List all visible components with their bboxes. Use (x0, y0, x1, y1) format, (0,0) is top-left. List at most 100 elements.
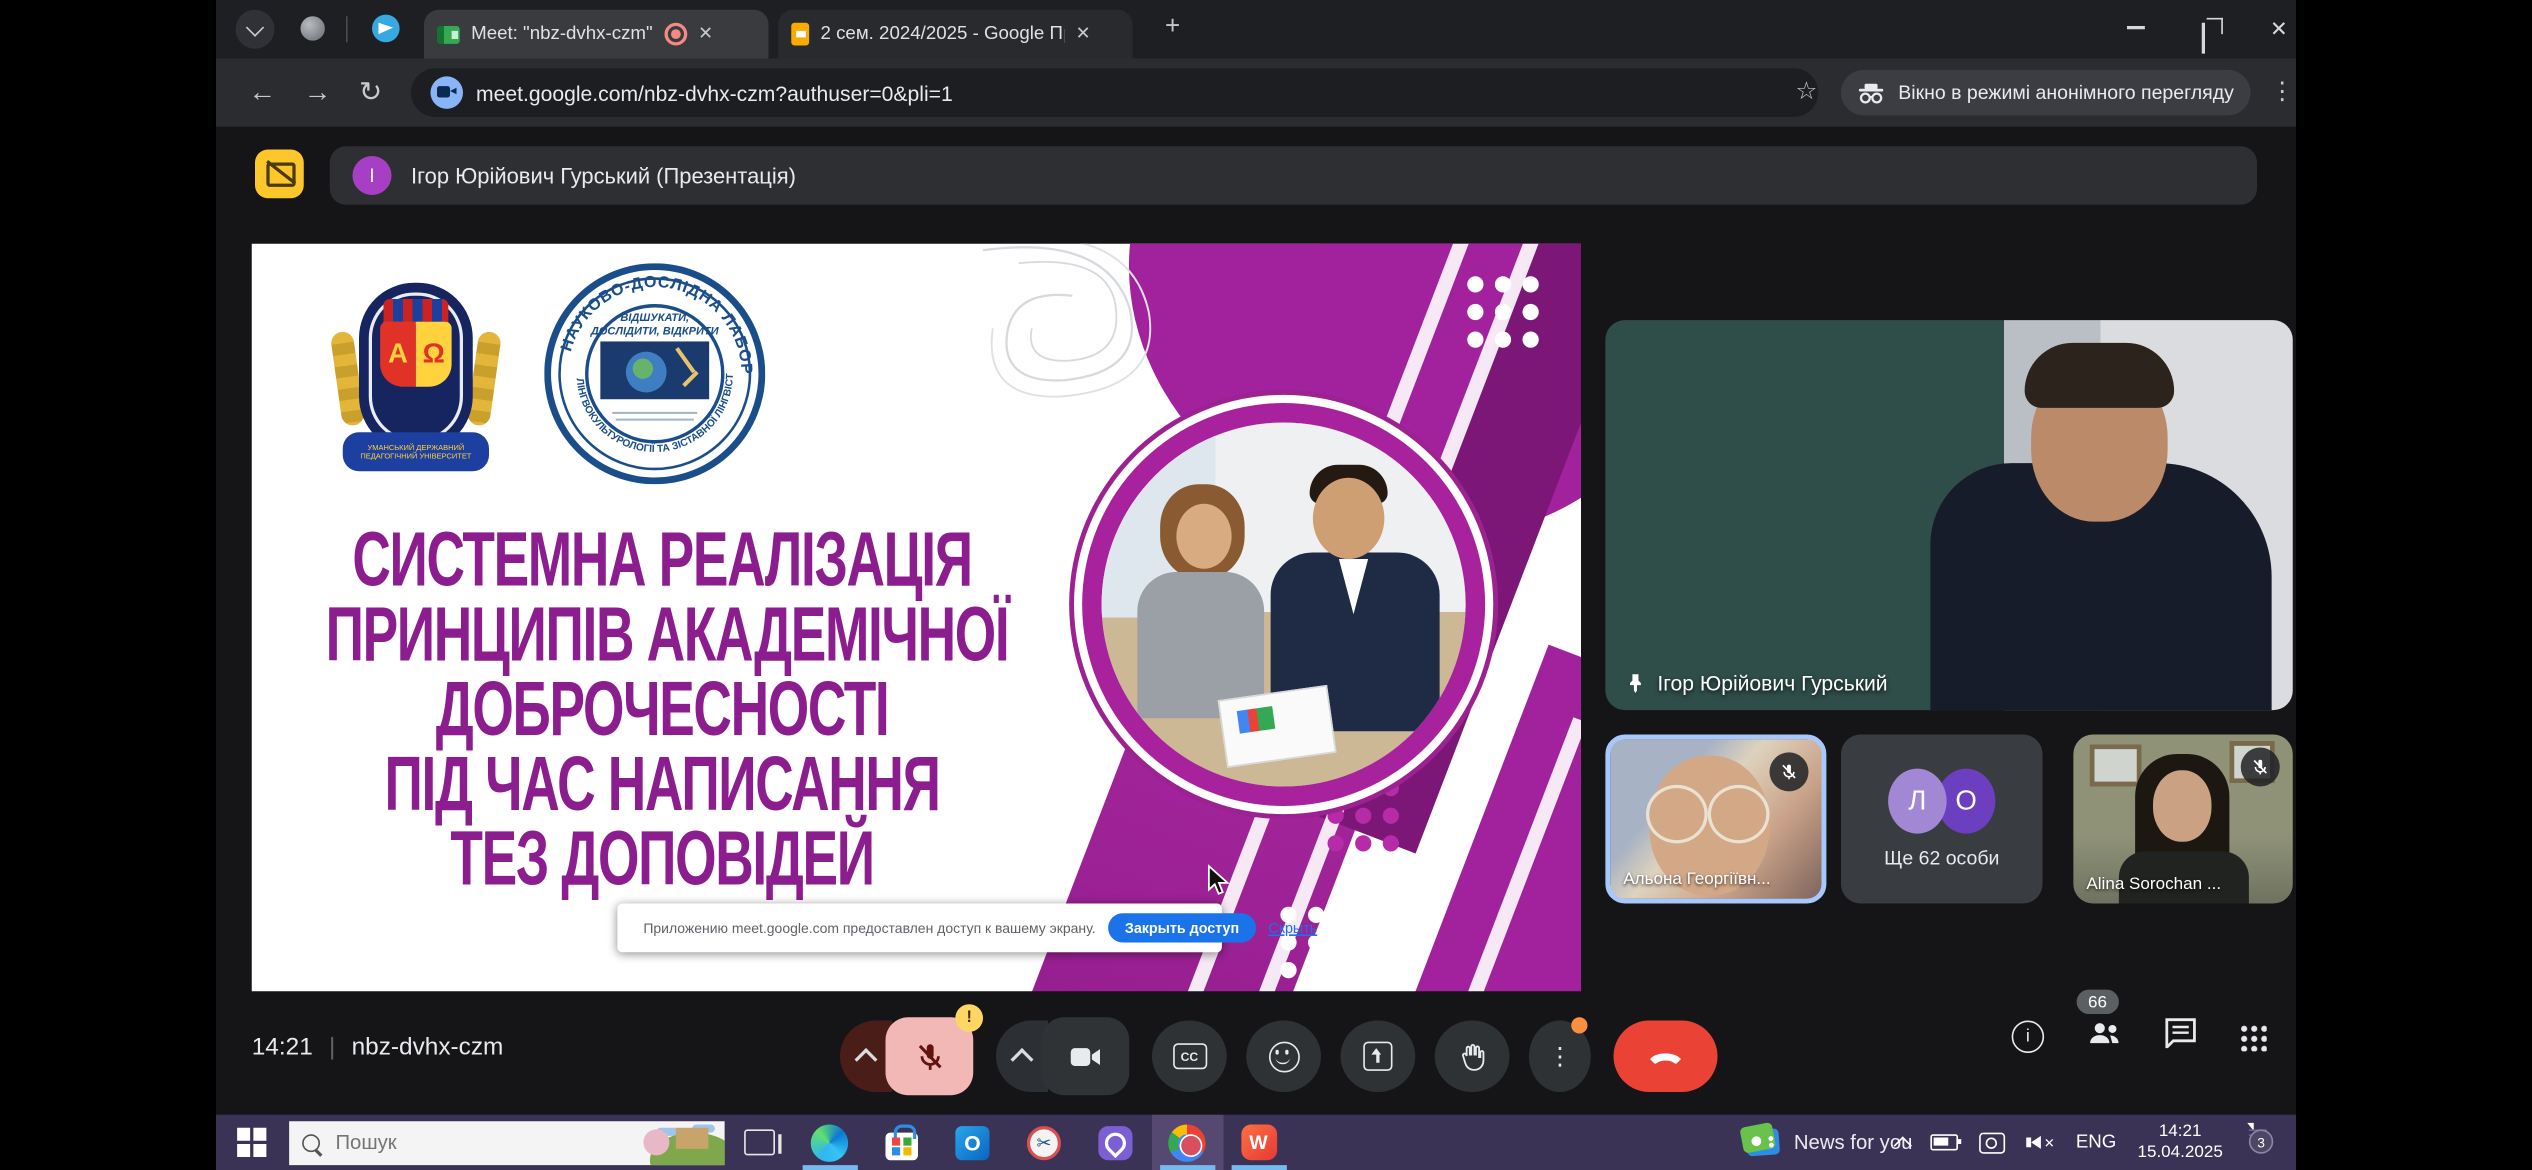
mic-button[interactable]: ! (886, 1017, 974, 1095)
close-tab-icon[interactable]: ✕ (698, 25, 713, 43)
hand-icon (1458, 1041, 1487, 1072)
notification-text: Приложению meet.google.com предоставлен … (643, 920, 1095, 936)
glasses-icon (1708, 785, 1770, 844)
participant-name: Alina Sorochan ... (2086, 874, 2221, 894)
reload-icon[interactable]: ↻ (359, 76, 382, 109)
globe-icon[interactable] (301, 16, 325, 40)
camera-permission-icon[interactable] (431, 76, 464, 109)
presenter-banner: I Ігор Юрійович Гурський (Презентація) (330, 146, 2257, 205)
close-tab-icon[interactable]: ✕ (1076, 25, 1091, 43)
new-tab-icon[interactable]: + (1165, 15, 1180, 41)
back-icon[interactable]: ← (249, 76, 277, 109)
incognito-label: Вікно в режимі анонімного перегляду (1898, 81, 2234, 104)
clock-date: 15.04.2025 (2137, 1142, 2222, 1163)
address-bar[interactable]: meet.google.com/nbz-dvhx-czm?authuser=0&… (411, 68, 1818, 117)
meeting-info: 14:21 | nbz-dvhx-czm (252, 1034, 504, 1062)
volume-muted-icon[interactable]: ✕ (2026, 1135, 2055, 1150)
hide-notification-link[interactable]: Скрыть (1268, 920, 1317, 936)
main-video-tile[interactable]: Ігор Юрійович Гурський (1605, 320, 2292, 710)
mic-muted-badge (1770, 752, 1809, 791)
emblem-ribbon-text: УМАНСЬКИЙ ДЕРЖАВНИЙ ПЕДАГОГІЧНИЙ УНІВЕРС… (343, 432, 489, 471)
participant-tile-2[interactable]: Alina Sorochan ... (2073, 735, 2292, 904)
reactions-button[interactable] (1246, 1021, 1321, 1093)
presentation-warning-button[interactable] (255, 150, 304, 199)
mouse-cursor (1207, 865, 1231, 896)
forward-icon[interactable]: → (304, 76, 332, 109)
mic-control-group: ! (840, 1017, 973, 1095)
main-tile-name-plate: Ігор Юрійович Гурський (1625, 671, 1888, 695)
meet-controls: ! CC (840, 1017, 1718, 1095)
mic-options-button[interactable] (840, 1021, 892, 1093)
taskbar-item-viber[interactable] (1080, 1115, 1152, 1170)
glasses-icon (1646, 785, 1708, 844)
window-close-button[interactable]: ✕ (2270, 18, 2288, 39)
windows-taskbar: O ✂ W News for you ✕ ENG 14:21 15.04.202… (216, 1115, 2296, 1170)
start-button[interactable] (237, 1128, 265, 1156)
laboratory-emblem: НАУКОВО-ДОСЛІДНА ЛАБОРАТОРІЯ ЛІНГВОКУЛЬТ… (544, 263, 765, 484)
meeting-time: 14:21 (252, 1034, 313, 1062)
slide-dot-grid (1467, 276, 1539, 348)
slide-title: СИСТЕМНА РЕАЛІЗАЦІЯ ПРИНЦИПІВ АКАДЕМІЧНО… (252, 523, 1073, 897)
screen-record-icon[interactable] (1979, 1132, 2005, 1153)
taskbar-item-wps[interactable]: W (1223, 1115, 1295, 1170)
meeting-details-button[interactable]: i (2012, 1021, 2045, 1054)
captions-button[interactable]: CC (1152, 1021, 1227, 1093)
battery-icon[interactable] (1930, 1134, 1958, 1150)
bookmark-star-icon[interactable]: ☆ (1796, 76, 1818, 105)
more-participants-tile[interactable]: Л О Ще 62 особи (1841, 735, 2043, 904)
tab-search-button[interactable] (236, 10, 275, 49)
mic-muted-badge (2241, 748, 2280, 787)
browser-menu-icon[interactable]: ⋮ (2270, 76, 2294, 105)
end-call-button[interactable] (1614, 1021, 1718, 1093)
taskbar-item-store[interactable] (865, 1115, 937, 1170)
meet-page: I Ігор Юрійович Гурський (Презентація) (216, 127, 2296, 1115)
tab-meet[interactable]: Meet: "nbz-dvhx-czm" ✕ (424, 10, 769, 59)
clock-time: 14:21 (2137, 1121, 2222, 1142)
participant-name: Ігор Юрійович Гурський (1657, 671, 1887, 695)
taskbar-clock[interactable]: 14:21 15.04.2025 (2137, 1121, 2222, 1164)
smiley-icon (1268, 1041, 1299, 1072)
notification-center-button[interactable]: 3 (2244, 1125, 2280, 1161)
slide-photo-circle (1102, 423, 1466, 787)
window-restore-button[interactable] (2202, 24, 2205, 53)
snipping-tool-icon: ✂ (1027, 1125, 1061, 1159)
activities-grid-icon[interactable] (2239, 1023, 2267, 1051)
more-options-button[interactable]: ⋮ (1529, 1021, 1591, 1093)
minimize-icon (2127, 26, 2145, 29)
more-participants-label: Ще 62 особи (1884, 847, 1999, 870)
taskbar-item-chrome[interactable] (1151, 1115, 1223, 1170)
restore-icon (2202, 23, 2205, 54)
telegram-pinned-tab[interactable] (372, 15, 400, 43)
presentation-slide: Α Ω УМАНСЬКИЙ ДЕРЖАВНИЙ ПЕДАГОГІЧНИЙ УНІ… (252, 244, 1581, 993)
raise-hand-button[interactable] (1435, 1021, 1510, 1093)
camera-options-button[interactable] (996, 1021, 1048, 1093)
viber-icon (1098, 1125, 1132, 1159)
news-widget[interactable]: News for you (1747, 1129, 1913, 1155)
taskbar-item-snipping[interactable]: ✂ (1008, 1115, 1080, 1170)
search-input[interactable] (332, 1129, 566, 1155)
taskbar-item-edge[interactable] (794, 1115, 866, 1170)
tray-expand-icon[interactable] (1893, 1136, 1911, 1154)
stop-sharing-button[interactable]: Закрыть доступ (1109, 913, 1256, 942)
language-indicator[interactable]: ENG (2076, 1133, 2116, 1153)
tab-slides[interactable]: 2 сем. 2024/2025 - Google Пре ✕ (778, 10, 1132, 59)
notification-count-badge: 3 (2249, 1129, 2273, 1153)
present-button[interactable] (1341, 1021, 1416, 1093)
taskbar-item-outlook[interactable]: O (937, 1115, 1009, 1170)
chrome-icon (1168, 1124, 1205, 1161)
slide-swirl-decoration (951, 244, 1195, 429)
chrome-recording-badge (1180, 1133, 1203, 1156)
url-text[interactable]: meet.google.com/nbz-dvhx-czm?authuser=0&… (476, 80, 953, 104)
window-minimize-button[interactable] (2127, 26, 2145, 29)
people-button[interactable]: 66 (2086, 1019, 2122, 1055)
taskbar-search[interactable] (288, 1120, 724, 1164)
emblem-omega: Ω (416, 322, 452, 387)
task-view-button[interactable] (743, 1129, 774, 1155)
wps-office-icon: W (1241, 1125, 1277, 1161)
tab-divider (346, 16, 348, 42)
chat-button[interactable] (2164, 1017, 2197, 1056)
caret-up-icon (1011, 1048, 1034, 1071)
edge-icon (811, 1124, 848, 1161)
participant-tile-1[interactable]: Альона Георгіївн... (1605, 735, 1826, 904)
camera-button[interactable] (1042, 1017, 1130, 1095)
